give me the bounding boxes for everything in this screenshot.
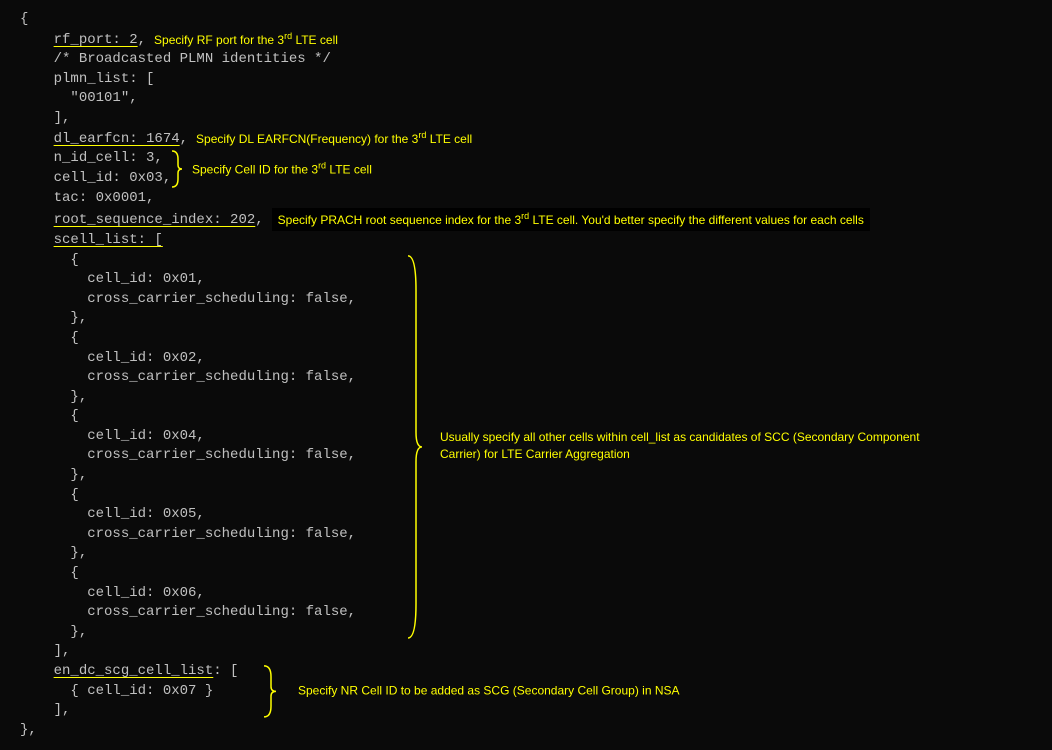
scell-cellid: cell_id: 0x05, (87, 506, 205, 522)
comma: , (138, 32, 146, 48)
comma: , (180, 131, 188, 147)
brace-icon (408, 251, 422, 643)
brace-open: { (70, 487, 78, 503)
brace-open: { (70, 330, 78, 346)
scell-cellid: cell_id: 0x02, (87, 350, 205, 366)
code-line: ], (20, 109, 1032, 129)
code-line: ], (20, 642, 1032, 662)
code-line-root-seq: root_sequence_index: 202, Specify PRACH r… (20, 208, 1032, 231)
plmn-list-close: ], (54, 110, 71, 126)
code-line: { (20, 10, 1032, 30)
en-dc-block: en_dc_scg_cell_list: [ { cell_id: 0x07 }… (20, 662, 1032, 721)
root-seq-key: root_sequence_index: 202 (54, 212, 256, 228)
en-dc-annotation: Specify NR Cell ID to be added as SCG (S… (298, 683, 680, 700)
n-id-cell: n_id_cell: 3, (54, 150, 163, 166)
code-line: ], (20, 701, 1032, 721)
code-line: plmn_list: [ (20, 70, 1032, 90)
code-line: }, (20, 544, 1032, 564)
scell-ccs: cross_carrier_scheduling: false, (87, 526, 356, 542)
cell-id: cell_id: 0x03, (54, 170, 172, 186)
scell-block: { cell_id: 0x01, cross_carrier_schedulin… (20, 251, 1032, 643)
en-dc-close: ], (54, 702, 71, 718)
tac: tac: 0x0001, (54, 190, 155, 206)
brace-close: }, (70, 467, 87, 483)
scell-ccs: cross_carrier_scheduling: false, (87, 447, 356, 463)
cell-id-block: n_id_cell: 3, cell_id: 0x03, Specify Cel… (20, 149, 1032, 188)
code-line: { (20, 251, 1032, 271)
brace-open: { (70, 252, 78, 268)
comma: , (255, 212, 263, 228)
code-line: }, (20, 309, 1032, 329)
code-line: { (20, 564, 1032, 584)
plmn-comment: /* Broadcasted PLMN identities */ (54, 51, 331, 67)
scell-cellid: cell_id: 0x04, (87, 428, 205, 444)
brace-icon (264, 662, 276, 721)
code-line: /* Broadcasted PLMN identities */ (20, 50, 1032, 70)
scell-cellid: cell_id: 0x01, (87, 271, 205, 287)
scell-ccs: cross_carrier_scheduling: false, (87, 369, 356, 385)
code-line-rf-port: rf_port: 2, Specify RF port for the 3rd L… (20, 30, 1032, 51)
brace-close: }, (70, 389, 87, 405)
en-dc-item: { cell_id: 0x07 } (70, 683, 213, 699)
brace-close: }, (70, 545, 87, 561)
code-line: cross_carrier_scheduling: false, (20, 603, 1032, 623)
code-line: }, (20, 721, 1032, 741)
scell-ccs: cross_carrier_scheduling: false, (87, 291, 356, 307)
code-line: en_dc_scg_cell_list: [ (20, 662, 1032, 682)
rf-port-annotation: Specify RF port for the 3rd LTE cell (154, 30, 338, 49)
root-seq-annotation: Specify PRACH root sequence index for th… (272, 208, 870, 231)
code-line: { (20, 407, 1032, 427)
dl-earfcn-key: dl_earfcn: 1674 (54, 131, 180, 147)
code-line: cell_id: 0x01, (20, 270, 1032, 290)
code-line: cell_id: 0x05, (20, 505, 1032, 525)
rf-port-key: rf_port: 2 (54, 32, 138, 48)
scell-cellid: cell_id: 0x06, (87, 585, 205, 601)
cell-id-annotation: Specify Cell ID for the 3rd LTE cell (192, 160, 372, 179)
code-line: }, (20, 466, 1032, 486)
plmn-list-open: plmn_list: [ (54, 71, 155, 87)
brace-open: { (70, 565, 78, 581)
code-line: "00101", (20, 89, 1032, 109)
code-line: cross_carrier_scheduling: false, (20, 525, 1032, 545)
code-line: cell_id: 0x06, (20, 584, 1032, 604)
en-dc-key: en_dc_scg_cell_list (54, 663, 214, 679)
code-line: cross_carrier_scheduling: false, (20, 290, 1032, 310)
plmn-value: "00101", (70, 90, 137, 106)
code-line: }, (20, 388, 1032, 408)
code-line: cell_id: 0x02, (20, 349, 1032, 369)
code-line: { (20, 486, 1032, 506)
en-dc-open: : [ (213, 663, 238, 679)
dl-earfcn-annotation: Specify DL EARFCN(Frequency) for the 3rd… (196, 129, 472, 148)
code-line: tac: 0x0001, (20, 189, 1032, 209)
scell-annotation: Usually specify all other cells within c… (440, 430, 920, 464)
brace-icon (172, 149, 182, 188)
code-line: { (20, 329, 1032, 349)
code-line: cross_carrier_scheduling: false, (20, 368, 1032, 388)
scell-close: ], (54, 643, 71, 659)
scell-ccs: cross_carrier_scheduling: false, (87, 604, 356, 620)
code-line: scell_list: [ (20, 231, 1032, 251)
code-line-dl-earfcn: dl_earfcn: 1674, Specify DL EARFCN(Freque… (20, 129, 1032, 150)
scell-list-open: scell_list: [ (54, 232, 163, 248)
brace-close: }, (70, 624, 87, 640)
code-line: }, (20, 623, 1032, 643)
brace-open: { (70, 408, 78, 424)
brace-close: }, (70, 310, 87, 326)
